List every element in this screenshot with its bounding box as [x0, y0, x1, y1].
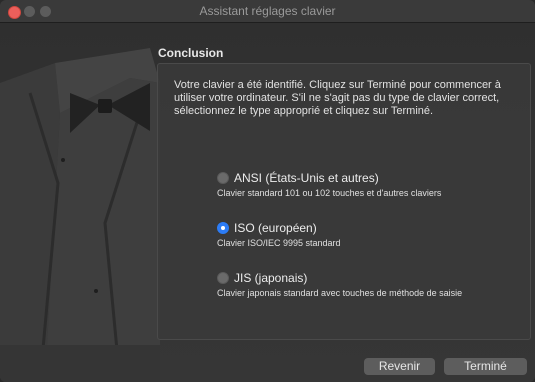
description-text: Votre clavier a été identifié. Cliquez s…	[174, 79, 501, 117]
radio-iso[interactable]	[217, 222, 229, 234]
radio-jis[interactable]	[217, 272, 229, 284]
option-ansi-label: ANSI (États-Unis et autres)	[234, 171, 379, 185]
content-panel: Votre clavier a été identifié. Cliquez s…	[157, 63, 531, 340]
assistant-window: Assistant réglages clavier Conclusion Vo…	[0, 0, 535, 382]
back-button[interactable]: Revenir	[364, 358, 435, 375]
window-title: Assistant réglages clavier	[199, 4, 336, 18]
done-button[interactable]: Terminé	[444, 358, 527, 375]
radio-ansi[interactable]	[217, 172, 229, 184]
option-iso-label: ISO (européen)	[234, 221, 317, 235]
option-jis-description: Clavier japonais standard avec touches d…	[217, 288, 463, 298]
option-iso-description: Clavier ISO/IEC 9995 standard	[217, 238, 341, 248]
section-title: Conclusion	[158, 46, 224, 60]
option-jis-label: JIS (japonais)	[234, 271, 308, 285]
option-ansi-description: Clavier standard 101 ou 102 touches et d…	[217, 188, 442, 198]
title-bar: Assistant réglages clavier	[0, 0, 535, 23]
